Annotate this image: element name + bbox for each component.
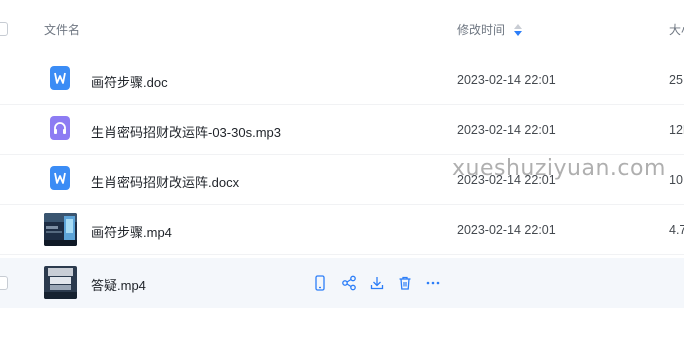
file-row[interactable]: 画符步骤.doc 2023-02-14 22:01 25 — [0, 55, 684, 105]
phone-icon[interactable] — [313, 274, 341, 292]
file-size: 4.7 — [669, 223, 684, 237]
file-name[interactable]: 画符步骤.mp4 — [91, 222, 172, 241]
sort-icon[interactable] — [514, 23, 522, 36]
row-checkbox[interactable] — [0, 276, 8, 290]
file-size: 25 — [669, 73, 683, 87]
file-list-header: 文件名 修改时间 大小 — [0, 2, 684, 52]
watermark: xueshuziyuan.com — [452, 156, 666, 181]
file-modified-time: 2023-02-14 22:01 — [457, 73, 556, 87]
file-name[interactable]: 生肖密码招财改运阵-03-30s.mp3 — [91, 122, 281, 141]
file-size: 12M — [669, 123, 684, 137]
file-modified-time: 2023-02-14 22:01 — [457, 123, 556, 137]
word-file-icon — [50, 166, 70, 190]
video-thumbnail — [44, 266, 77, 299]
delete-icon[interactable] — [397, 274, 425, 292]
file-row[interactable]: 答疑.mp4 — [0, 258, 684, 308]
word-file-icon — [50, 66, 70, 90]
row-actions — [313, 274, 453, 292]
select-all-checkbox[interactable] — [0, 22, 8, 36]
file-row[interactable]: 画符步骤.mp4 2023-02-14 22:01 4.7 — [0, 205, 684, 255]
more-icon[interactable] — [425, 274, 453, 292]
file-name[interactable]: 答疑.mp4 — [91, 275, 146, 294]
share-icon[interactable] — [341, 274, 369, 292]
file-name[interactable]: 画符步骤.doc — [91, 72, 168, 91]
file-modified-time: 2023-02-14 22:01 — [457, 223, 556, 237]
download-icon[interactable] — [369, 274, 397, 292]
column-header-size[interactable]: 大小 — [669, 21, 684, 38]
file-size: 10 — [669, 173, 683, 187]
column-header-modified[interactable]: 修改时间 — [457, 21, 505, 38]
file-name[interactable]: 生肖密码招财改运阵.docx — [91, 172, 239, 191]
file-row[interactable]: 生肖密码招财改运阵-03-30s.mp3 2023-02-14 22:01 12… — [0, 105, 684, 155]
video-thumbnail — [44, 213, 77, 246]
column-header-name[interactable]: 文件名 — [44, 21, 80, 38]
audio-file-icon — [50, 116, 70, 140]
